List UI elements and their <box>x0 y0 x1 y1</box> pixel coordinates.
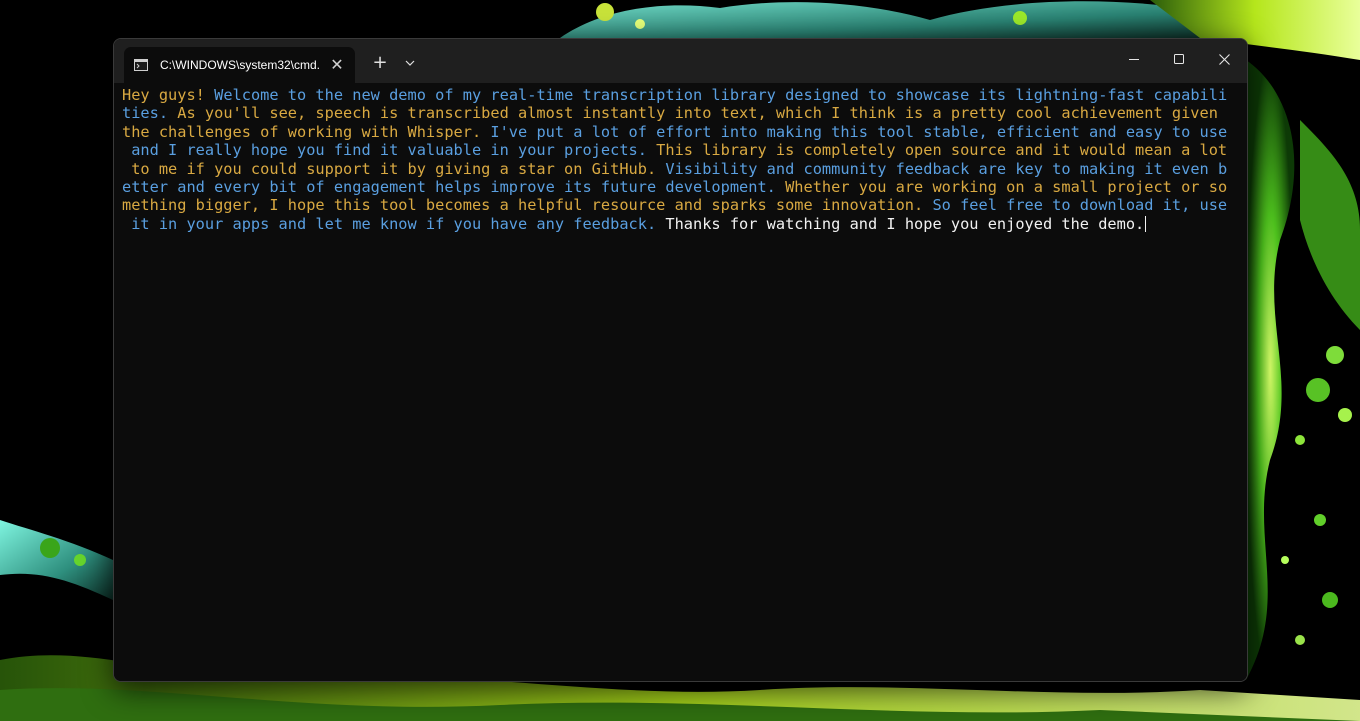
maximize-icon[interactable] <box>1156 39 1202 79</box>
tab-title: C:\WINDOWS\system32\cmd. <box>160 58 321 72</box>
tab-cmd[interactable]: C:\WINDOWS\system32\cmd. ✕ <box>124 47 355 83</box>
terminal-line: mething bigger, I hope this tool becomes… <box>122 196 1227 214</box>
terminal-line: it in your apps and let me know if you h… <box>122 215 1227 233</box>
transcription-text: Hey guys! Welcome to the new demo of my … <box>122 86 1227 233</box>
terminal-line: Hey guys! Welcome to the new demo of my … <box>122 86 1227 104</box>
text-segment: Whether you are working on a small proje… <box>785 177 1228 196</box>
new-tab-button[interactable]: + <box>368 51 392 75</box>
text-segment: to me if you could support it by giving … <box>122 159 666 178</box>
terminal-line: to me if you could support it by giving … <box>122 160 1227 178</box>
terminal-line: and I really hope you find it valuable i… <box>122 141 1227 159</box>
title-bar[interactable]: C:\WINDOWS\system32\cmd. ✕ + <box>114 39 1247 83</box>
text-segment: As you'll see, speech is transcribed alm… <box>177 104 1218 123</box>
close-tab-icon[interactable]: ✕ <box>327 55 347 75</box>
text-segment: Visibility and community feedback are ke… <box>665 159 1228 178</box>
desktop: C:\WINDOWS\system32\cmd. ✕ + Hey guys! W… <box>0 0 1360 721</box>
text-segment: the challenges of working with Whisper. <box>122 122 491 141</box>
minimize-icon[interactable] <box>1111 39 1157 79</box>
terminal-window: C:\WINDOWS\system32\cmd. ✕ + Hey guys! W… <box>113 38 1248 682</box>
text-cursor <box>1145 215 1147 232</box>
close-icon[interactable] <box>1201 39 1247 79</box>
terminal-icon <box>134 59 148 71</box>
text-segment: Hey guys! <box>122 86 215 104</box>
text-segment: etter and every bit of engagement helps … <box>122 177 786 196</box>
text-segment: ties. <box>122 104 178 123</box>
terminal-output[interactable]: Hey guys! Welcome to the new demo of my … <box>114 83 1247 681</box>
chevron-down-icon[interactable] <box>398 51 422 75</box>
text-segment: This library is completely open source a… <box>656 141 1228 160</box>
text-segment: Thanks for watching and I hope you enjoy… <box>665 214 1145 233</box>
text-segment: Welcome to the new demo of my real-time … <box>214 86 1228 104</box>
text-segment: it in your apps and let me know if you h… <box>122 214 666 233</box>
text-segment: and I really hope you find it valuable i… <box>122 141 657 160</box>
terminal-line: etter and every bit of engagement helps … <box>122 178 1227 196</box>
text-segment: So feel free to download it, use <box>932 196 1228 215</box>
terminal-line: ties. As you'll see, speech is transcrib… <box>122 104 1227 122</box>
text-segment: mething bigger, I hope this tool becomes… <box>122 196 933 215</box>
text-segment: I've put a lot of effort into making thi… <box>490 122 1228 141</box>
terminal-line: the challenges of working with Whisper. … <box>122 123 1227 141</box>
